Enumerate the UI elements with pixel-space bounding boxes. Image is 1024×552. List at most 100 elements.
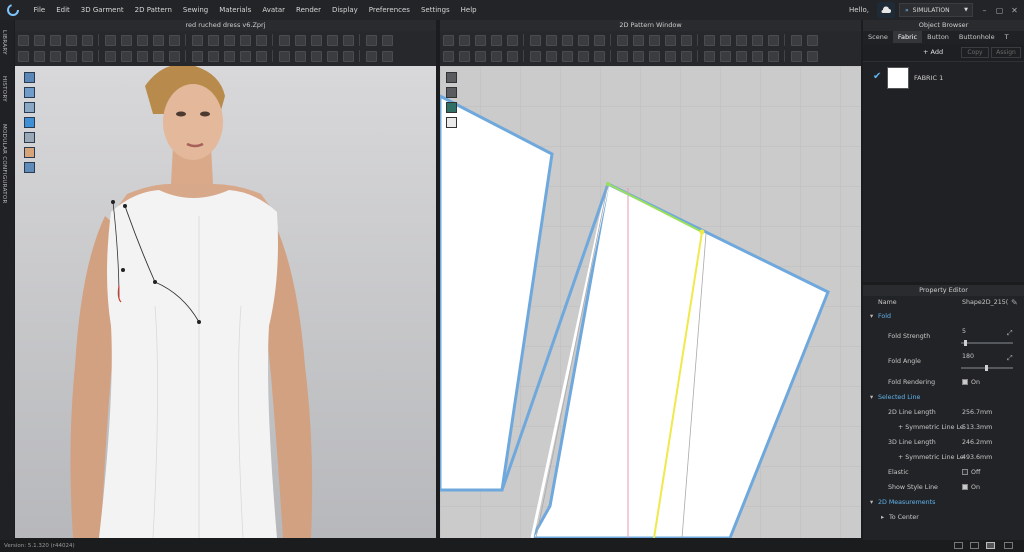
3d-tool-icon[interactable] bbox=[310, 50, 322, 62]
3d-tool-icon[interactable] bbox=[168, 34, 180, 46]
2d-tool-icon[interactable] bbox=[442, 34, 454, 46]
2d-tool-icon[interactable] bbox=[664, 50, 676, 62]
pattern-select-icon[interactable] bbox=[446, 72, 457, 83]
2d-tool-icon[interactable] bbox=[703, 34, 715, 46]
notch-icon[interactable] bbox=[446, 117, 457, 128]
3d-tool-icon[interactable] bbox=[239, 34, 251, 46]
menu-preferences[interactable]: Preferences bbox=[363, 6, 415, 14]
2d-tool-icon[interactable] bbox=[458, 34, 470, 46]
tab-scene[interactable]: Scene bbox=[863, 31, 893, 43]
2d-tool-icon[interactable] bbox=[561, 34, 573, 46]
2d-tool-icon[interactable] bbox=[506, 50, 518, 62]
3d-tool-icon[interactable] bbox=[326, 50, 338, 62]
2d-tool-icon[interactable] bbox=[545, 34, 557, 46]
2d-tool-icon[interactable] bbox=[680, 50, 692, 62]
2d-tool-icon[interactable] bbox=[790, 34, 802, 46]
2d-tool-icon[interactable] bbox=[806, 50, 818, 62]
fold-angle-value[interactable]: 180 bbox=[962, 353, 974, 360]
3d-tool-icon[interactable] bbox=[136, 34, 148, 46]
2d-tool-icon[interactable] bbox=[790, 50, 802, 62]
2d-pattern-viewport[interactable] bbox=[440, 66, 861, 538]
menu-avatar[interactable]: Avatar bbox=[257, 6, 291, 14]
3d-tool-icon[interactable] bbox=[152, 34, 164, 46]
2d-tool-icon[interactable] bbox=[506, 34, 518, 46]
3d-tool-icon[interactable] bbox=[365, 34, 377, 46]
layout-dual-icon[interactable] bbox=[986, 542, 995, 549]
menu-help[interactable]: Help bbox=[455, 6, 482, 14]
3d-tool-icon[interactable] bbox=[168, 50, 180, 62]
3d-tool-icon[interactable] bbox=[223, 50, 235, 62]
3d-garment-viewport[interactable] bbox=[15, 66, 436, 538]
fold-strength-slider[interactable] bbox=[961, 340, 1013, 346]
cloud-icon[interactable] bbox=[877, 2, 895, 18]
3d-tool-icon[interactable] bbox=[104, 50, 116, 62]
3d-tool-icon[interactable] bbox=[278, 50, 290, 62]
2d-tool-icon[interactable] bbox=[735, 50, 747, 62]
2d-tool-icon[interactable] bbox=[490, 50, 502, 62]
2d-tool-icon[interactable] bbox=[529, 34, 541, 46]
selected-line-section-header[interactable]: ▾ Selected Line bbox=[863, 391, 1024, 406]
3d-tool-icon[interactable] bbox=[81, 50, 93, 62]
sym2d-label[interactable]: + Symmetric Line Le bbox=[898, 424, 964, 431]
edit-icon[interactable]: ✎ bbox=[1011, 298, 1018, 307]
3d-tool-icon[interactable] bbox=[120, 50, 132, 62]
fabric-list-item[interactable]: ✔ FABRIC 1 bbox=[863, 66, 1024, 90]
tab-fabric[interactable]: Fabric bbox=[892, 31, 923, 43]
3d-tool-icon[interactable] bbox=[33, 34, 45, 46]
3d-tool-icon[interactable] bbox=[255, 34, 267, 46]
3d-tool-icon[interactable] bbox=[191, 50, 203, 62]
3d-tool-icon[interactable] bbox=[326, 34, 338, 46]
2d-tool-icon[interactable] bbox=[529, 50, 541, 62]
menu-edit[interactable]: Edit bbox=[51, 6, 76, 14]
2d-tool-icon[interactable] bbox=[680, 34, 692, 46]
tab-buttonhole[interactable]: Buttonhole bbox=[954, 31, 1000, 43]
3d-tool-icon[interactable] bbox=[278, 34, 290, 46]
3d-tool-icon[interactable] bbox=[310, 34, 322, 46]
3d-tool-icon[interactable] bbox=[239, 50, 251, 62]
minimize-icon[interactable]: – bbox=[979, 5, 990, 16]
measurements-section-header[interactable]: ▾ 2D Measurements bbox=[863, 496, 1024, 511]
elastic-toggle[interactable]: Off bbox=[962, 469, 980, 476]
3d-tool-icon[interactable] bbox=[342, 50, 354, 62]
3d-tool-icon[interactable] bbox=[17, 50, 29, 62]
3d-tool-icon[interactable] bbox=[104, 34, 116, 46]
2d-tool-icon[interactable] bbox=[751, 34, 763, 46]
2d-tool-icon[interactable] bbox=[767, 50, 779, 62]
3d-tool-icon[interactable] bbox=[342, 34, 354, 46]
2d-tool-icon[interactable] bbox=[719, 34, 731, 46]
link-icon[interactable]: ⤢ bbox=[1007, 329, 1013, 338]
2d-tool-icon[interactable] bbox=[490, 34, 502, 46]
transform-icon[interactable] bbox=[446, 102, 457, 113]
2d-tool-icon[interactable] bbox=[632, 50, 644, 62]
assign-button[interactable]: Assign bbox=[991, 47, 1021, 58]
2d-tool-icon[interactable] bbox=[474, 50, 486, 62]
edit-pattern-icon[interactable] bbox=[446, 87, 457, 98]
3d-tool-icon[interactable] bbox=[191, 34, 203, 46]
layout-single-icon[interactable] bbox=[954, 542, 963, 549]
2d-tool-icon[interactable] bbox=[593, 50, 605, 62]
menu-file[interactable]: File bbox=[28, 6, 51, 14]
fold-angle-slider[interactable] bbox=[961, 365, 1013, 371]
2d-tool-icon[interactable] bbox=[648, 34, 660, 46]
2d-tool-icon[interactable] bbox=[751, 50, 763, 62]
3d-tool-icon[interactable] bbox=[49, 34, 61, 46]
2d-tool-icon[interactable] bbox=[545, 50, 557, 62]
menu-settings[interactable]: Settings bbox=[415, 6, 455, 14]
3d-tool-icon[interactable] bbox=[33, 50, 45, 62]
menu-sewing[interactable]: Sewing bbox=[177, 6, 213, 14]
3d-tool-icon[interactable] bbox=[152, 50, 164, 62]
tab-button[interactable]: Button bbox=[922, 31, 954, 43]
3d-tool-icon[interactable] bbox=[81, 34, 93, 46]
3d-tool-icon[interactable] bbox=[207, 50, 219, 62]
3d-tool-icon[interactable] bbox=[365, 50, 377, 62]
to-center-row[interactable]: ▸ To Center bbox=[863, 511, 1024, 526]
3d-tool-icon[interactable] bbox=[65, 34, 77, 46]
link-icon[interactable]: ⤢ bbox=[1007, 354, 1013, 363]
2d-tool-icon[interactable] bbox=[577, 50, 589, 62]
fold-strength-slider-handle[interactable] bbox=[964, 340, 967, 346]
3d-tool-icon[interactable] bbox=[207, 34, 219, 46]
2d-tool-icon[interactable] bbox=[616, 50, 628, 62]
2d-tool-icon[interactable] bbox=[767, 34, 779, 46]
2d-tool-icon[interactable] bbox=[593, 34, 605, 46]
3d-tool-icon[interactable] bbox=[381, 34, 393, 46]
